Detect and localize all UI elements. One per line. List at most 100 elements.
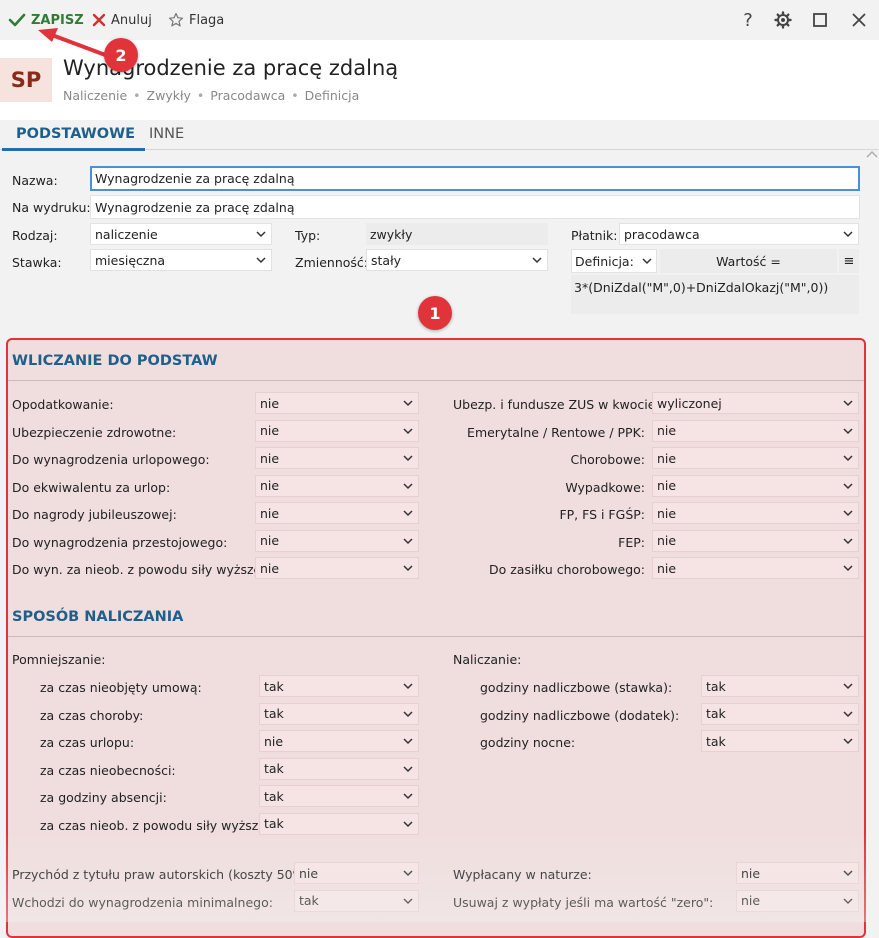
menu-icon[interactable]: ≡ (839, 249, 859, 273)
sposob-right-value: tak (706, 678, 726, 694)
sposob-right-select[interactable]: tak (701, 702, 859, 725)
wydruk-input[interactable]: Wynagrodzenie za pracę zdalną (90, 195, 860, 219)
sposob-right-label: godziny nadliczbowe (dodatek): (480, 707, 680, 723)
chevron-down-icon (403, 400, 413, 407)
sposob-left-select[interactable]: tak (259, 675, 419, 697)
sposob-left-select[interactable]: tak (259, 757, 419, 780)
wliczanie-right-value: nie (657, 560, 677, 576)
window-close-icon[interactable] (848, 9, 870, 31)
wliczanie-right-value: nie (657, 478, 677, 493)
wliczanie-right-label: FP, FS i FGŚP: (559, 507, 645, 522)
sposob-left-label: za czas nieob. z powodu siły wyższej: (40, 817, 274, 833)
wliczanie-right-value: nie (657, 533, 677, 548)
wliczanie-right-select[interactable]: nie (652, 557, 859, 579)
bottom-left-value: tak (299, 893, 319, 908)
chevron-down-icon (843, 683, 853, 690)
wliczanie-right-label: FEP: (618, 534, 645, 550)
gear-icon[interactable] (772, 9, 794, 31)
save-button[interactable]: ZAPISZ (8, 10, 84, 30)
sposob-right-select[interactable]: tak (701, 730, 859, 752)
cancel-label: Anuluj (111, 12, 152, 28)
bottom-right-select[interactable]: nie (736, 862, 859, 884)
help-glyph: ? (743, 9, 753, 31)
bottom-right-select[interactable]: nie (736, 889, 859, 912)
wliczanie-left-select[interactable]: nie (255, 392, 419, 414)
wliczanie-left-select[interactable]: nie (255, 529, 419, 552)
zmiennosc-select[interactable]: stały (366, 249, 548, 271)
chevron-down-icon (403, 510, 413, 517)
wliczanie-left-label: Do wynagrodzenia przestojowego: (12, 534, 228, 550)
toolbar: ZAPISZ Anuluj Flaga ? (0, 0, 879, 40)
wliczanie-right-select[interactable]: nie (652, 447, 859, 469)
pomniejszanie-label: Pomniejszanie: (12, 652, 106, 667)
sposob-left-select[interactable]: tak (259, 812, 419, 835)
wliczanie-right-label: Do zasiłku chorobowego: (489, 562, 645, 577)
stawka-label: Stawka: (12, 255, 62, 270)
nazwa-input[interactable]: Wynagrodzenie za pracę zdalną (90, 166, 860, 191)
bottom-right-label: Usuwaj z wypłaty jeśli ma wartość "zero"… (453, 894, 714, 910)
sposob-left-select[interactable]: nie (259, 730, 419, 752)
stawka-value: miesięczna (95, 252, 166, 268)
tab-podstawowe[interactable]: PODSTAWOWE (2, 126, 145, 151)
sposob-left-label: za godziny absencji: (40, 790, 167, 805)
wliczanie-right-value: nie (657, 505, 677, 521)
rodzaj-select[interactable]: naliczenie (90, 223, 272, 245)
wliczanie-left-value: nie (260, 478, 280, 493)
section-title-wliczanie: WLICZANIE DO PODSTAW (12, 353, 218, 369)
chevron-down-icon (843, 870, 853, 877)
wliczanie-left-value: nie (260, 560, 280, 576)
sposob-right-select[interactable]: tak (701, 675, 859, 697)
chevron-down-icon (843, 710, 853, 717)
chevron-down-icon (843, 510, 853, 517)
wliczanie-left-label: Opodatkowanie: (12, 397, 114, 412)
maximize-icon[interactable] (809, 9, 831, 31)
wliczanie-right-select[interactable]: nie (652, 529, 859, 552)
wliczanie-right-label: Ubezp. i fundusze ZUS w kwocie: (453, 397, 660, 412)
sposob-left-value: tak (264, 816, 284, 831)
chevron-down-icon (843, 897, 853, 904)
sposob-left-select[interactable]: tak (259, 702, 419, 725)
flag-button[interactable]: Flaga (168, 10, 224, 30)
scroll-up-arrow[interactable] (865, 150, 879, 164)
sposob-left-label: za czas choroby: (40, 707, 144, 723)
chevron-down-icon (403, 455, 413, 462)
wliczanie-left-select[interactable]: nie (255, 474, 419, 497)
cancel-button[interactable]: Anuluj (92, 10, 152, 30)
sposob-left-label: za czas nieobecności: (40, 762, 176, 778)
typ-label: Typ: (295, 228, 321, 243)
sposob-left-label: za czas urlopu: (40, 735, 135, 750)
tab-inne[interactable]: INNE (149, 126, 184, 142)
wliczanie-left-value: nie (260, 450, 280, 466)
bottom-left-select[interactable]: nie (294, 862, 419, 884)
wliczanie-right-value: wyliczonej (657, 395, 722, 411)
chevron-down-icon (843, 565, 853, 572)
wliczanie-left-value: nie (260, 505, 280, 521)
definicja-select[interactable]: Definicja: (571, 249, 657, 273)
platnik-select[interactable]: pracodawca (619, 223, 859, 245)
chevron-down-icon (256, 231, 266, 238)
help-icon[interactable]: ? (737, 9, 759, 31)
breadcrumb-item: Pracodawca (210, 88, 286, 103)
sposob-left-select[interactable]: tak (259, 785, 419, 807)
wliczanie-right-select[interactable]: wyliczonej (652, 392, 859, 414)
wliczanie-left-select[interactable]: nie (255, 447, 419, 469)
annotation-badge-1: 1 (418, 296, 452, 330)
wliczanie-right-select[interactable]: nie (652, 502, 859, 524)
wliczanie-left-select[interactable]: nie (255, 502, 419, 524)
section-title-sposob: SPOSÓB NALICZANIA (12, 609, 184, 625)
sposob-right-label: godziny nadliczbowe (stawka): (480, 680, 673, 695)
wliczanie-right-select[interactable]: nie (652, 419, 859, 442)
bottom-left-select[interactable]: tak (294, 889, 419, 912)
wliczanie-right-select[interactable]: nie (652, 474, 859, 497)
zmiennosc-value: stały (371, 252, 402, 268)
tab-bar: PODSTAWOWE INNE (0, 120, 879, 151)
sposob-left-value: tak (264, 788, 284, 804)
wliczanie-left-select[interactable]: nie (255, 557, 419, 579)
wliczanie-left-select[interactable]: nie (255, 419, 419, 442)
breadcrumb: Naliczenie • Zwykły • Pracodawca • Defin… (63, 88, 359, 103)
stawka-select[interactable]: miesięczna (90, 249, 272, 271)
formula-field[interactable]: 3*(DniZdal("M",0)+DniZdalOkazj("M",0)) (571, 275, 859, 314)
wartosc-label: Wartość = (660, 249, 837, 273)
section-divider (8, 380, 864, 381)
chevron-down-icon (403, 482, 413, 489)
